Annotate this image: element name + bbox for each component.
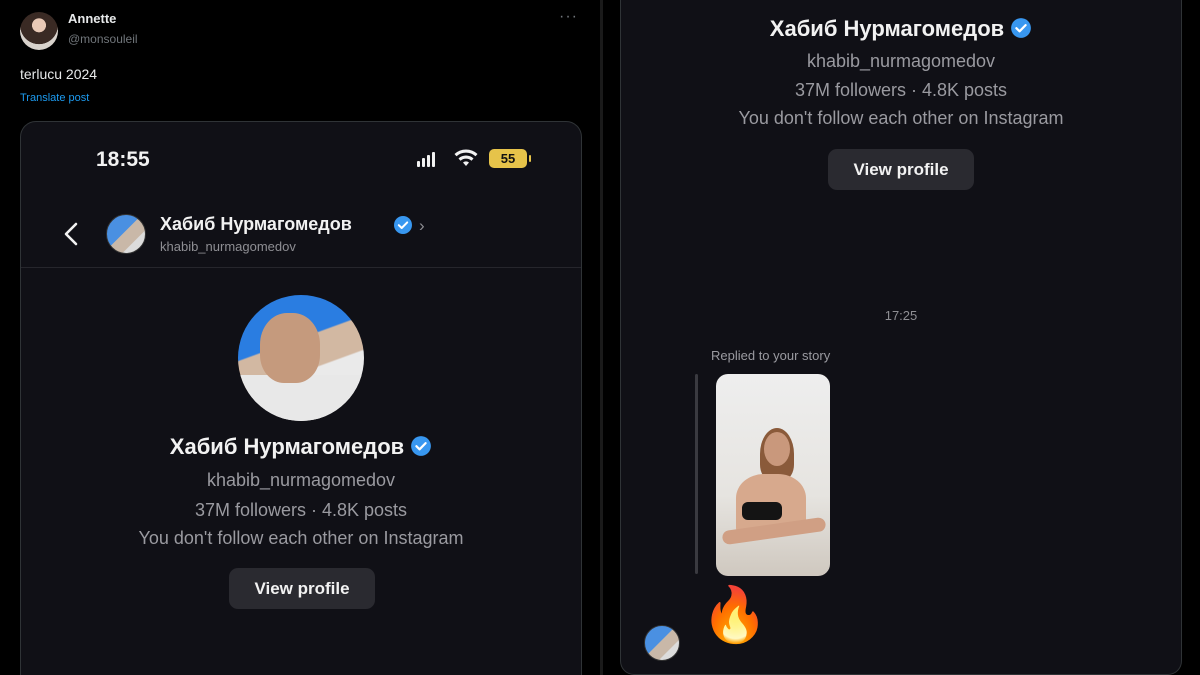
- view-profile-button[interactable]: View profile: [828, 149, 974, 190]
- chevron-right-icon[interactable]: ›: [419, 216, 425, 236]
- tweet-author-name[interactable]: Annette: [68, 11, 116, 26]
- profile-name: Хабиб Нурмагомедов: [169, 434, 405, 459]
- story-thumbnail[interactable]: [716, 374, 830, 576]
- battery-icon: 55: [489, 149, 531, 168]
- avatar[interactable]: [106, 214, 146, 254]
- profile-handle: khabib_nurmagomedov: [206, 470, 396, 490]
- dm-continuation-screenshot: Хабиб Нурмагомедов khabib_nurmagomedov 3…: [620, 0, 1182, 675]
- status-time: 18:55: [96, 148, 150, 171]
- profile-stats: 37M followers · 4.8K posts: [194, 500, 408, 520]
- chat-header-handle: khabib_nurmagomedov: [160, 239, 296, 254]
- more-icon[interactable]: ···: [559, 8, 578, 26]
- signal-icon: [417, 152, 435, 167]
- verified-icon: [1011, 18, 1032, 38]
- tweet-author-avatar[interactable]: [20, 12, 58, 50]
- avatar[interactable]: [644, 625, 680, 661]
- profile-avatar[interactable]: [238, 295, 364, 421]
- reply-quote-bar: [695, 374, 698, 574]
- chat-header-name[interactable]: Хабиб Нурмагомедов: [160, 214, 352, 235]
- tweet-text: terlucu 2024: [20, 66, 98, 82]
- profile-name: Хабиб Нурмагомедов: [769, 16, 1005, 41]
- tweet-panel: Annette @monsouleil ··· terlucu 2024 Tra…: [0, 0, 600, 675]
- back-arrow-icon[interactable]: [57, 219, 87, 249]
- message-timestamp: 17:25: [884, 308, 918, 323]
- tweet-media-screenshot[interactable]: 18:55 55 Хабиб Нурмагомедов › khabib_nur…: [20, 121, 582, 675]
- chat-header: Хабиб Нурмагомедов › khabib_nurmagomedov: [21, 202, 581, 268]
- fire-emoji-message[interactable]: 🔥: [701, 588, 768, 642]
- profile-relation: You don't follow each other on Instagram: [138, 528, 464, 548]
- profile-stats: 37M followers · 4.8K posts: [794, 80, 1008, 100]
- profile-name-row: Хабиб Нурмагомедов: [21, 434, 581, 460]
- story-reply-label: Replied to your story: [711, 348, 831, 363]
- profile-relation: You don't follow each other on Instagram: [738, 108, 1064, 128]
- profile-name-row: Хабиб Нурмагомедов: [621, 16, 1181, 42]
- profile-handle: khabib_nurmagomedov: [806, 51, 996, 71]
- verified-icon: [411, 436, 432, 456]
- wifi-icon: [454, 149, 478, 166]
- verified-icon: [394, 216, 412, 234]
- view-profile-button[interactable]: View profile: [229, 568, 375, 609]
- panel-divider: [600, 0, 603, 675]
- translate-post-link[interactable]: Translate post: [20, 92, 89, 104]
- tweet-author-handle[interactable]: @monsouleil: [68, 32, 138, 46]
